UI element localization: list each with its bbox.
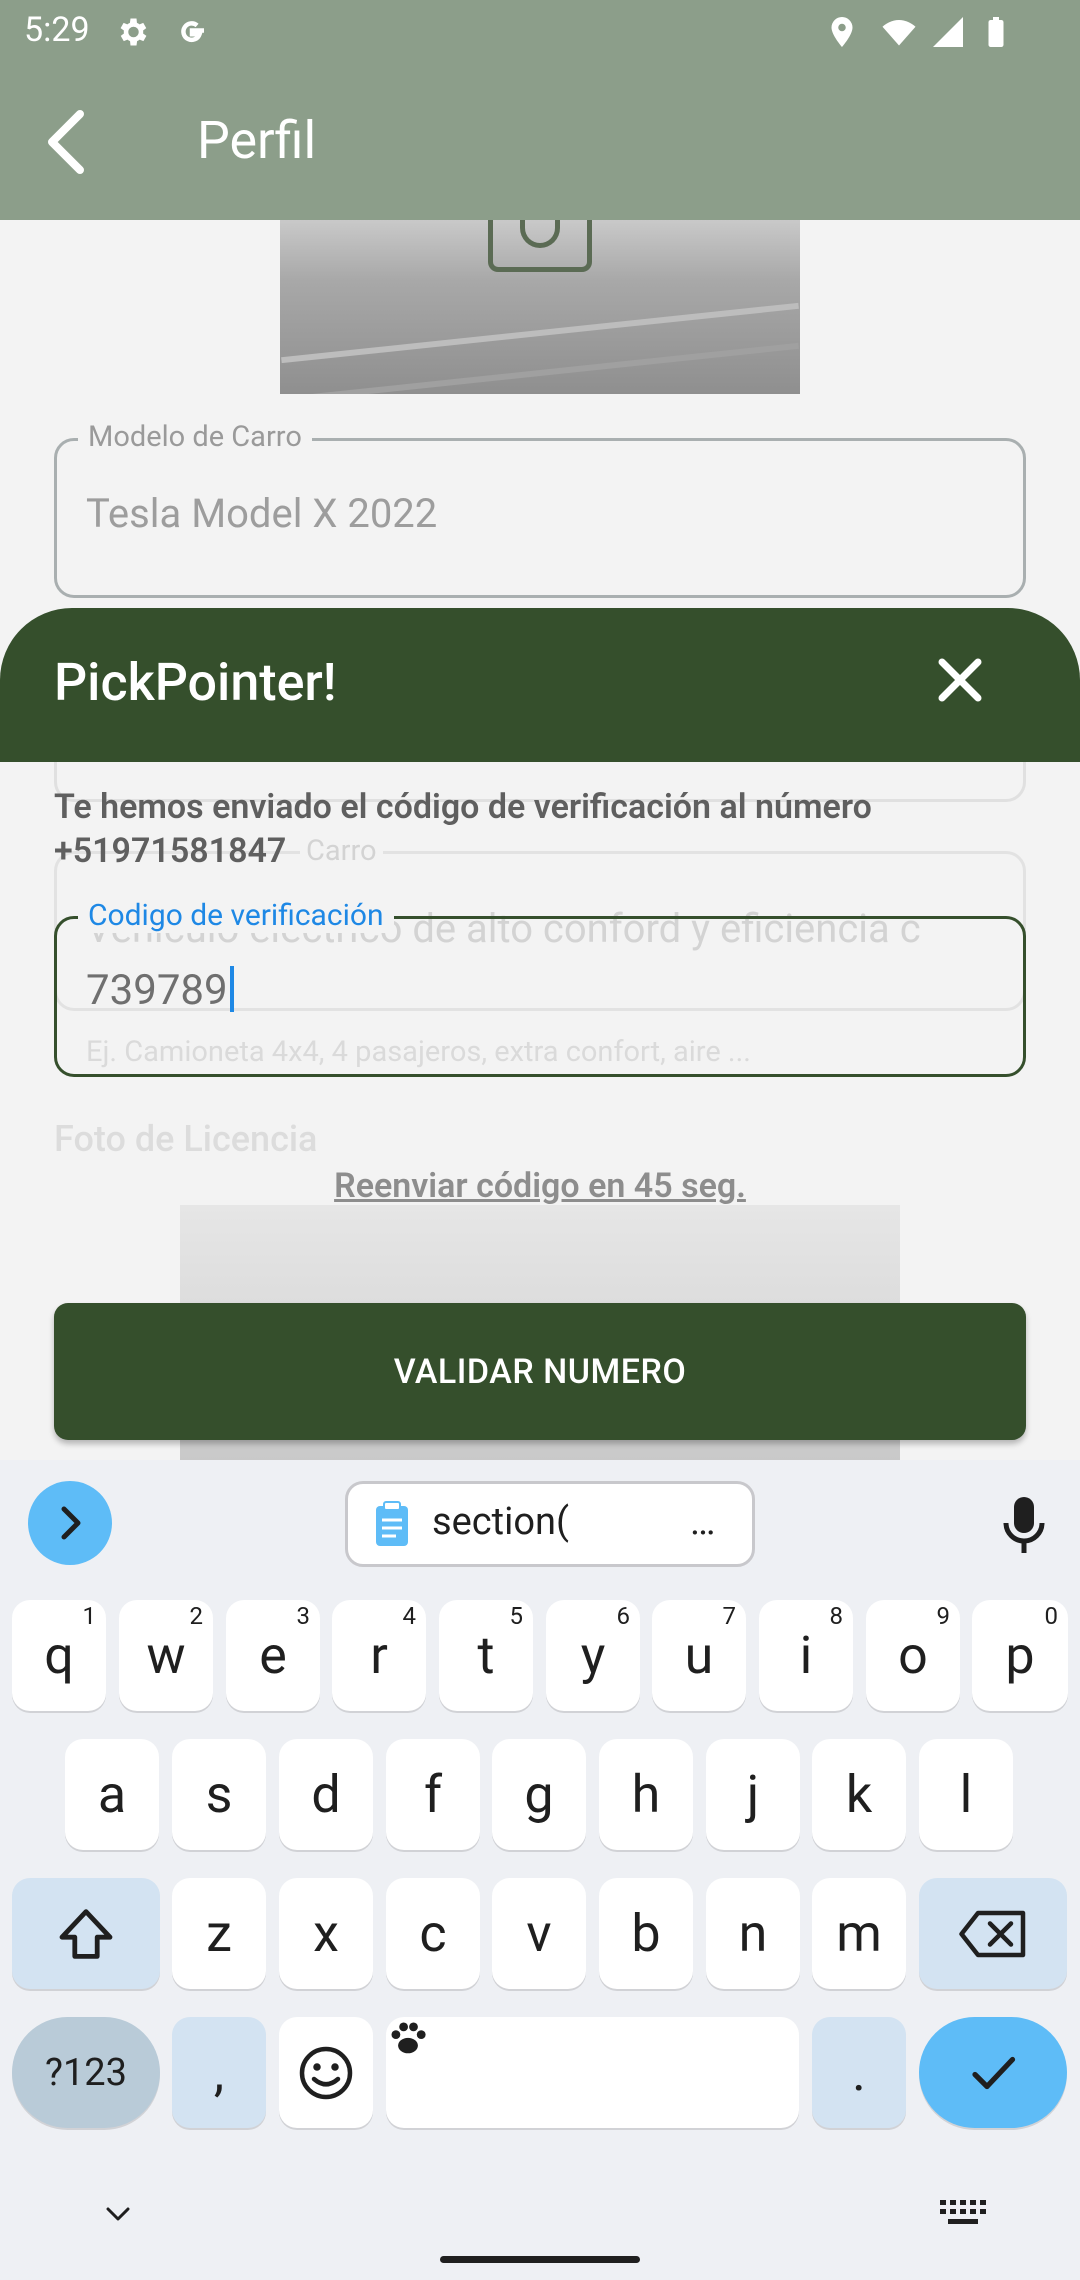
verification-message-line1: Te hemos enviado el código de verificaci… (54, 787, 872, 827)
key-d[interactable]: d (279, 1739, 373, 1850)
checkmark-icon (972, 2056, 1016, 2089)
key-p[interactable]: p0 (972, 1600, 1068, 1711)
phone-number: +51971581847 (54, 831, 287, 871)
key-v[interactable]: v (492, 1878, 586, 1989)
key-z[interactable]: z (172, 1878, 266, 1989)
location-icon (831, 17, 853, 47)
signal-icon (933, 17, 963, 47)
license-photo-label: Foto de Licencia (54, 1118, 318, 1160)
clipboard-text: section( (432, 1500, 569, 1544)
back-arrow-icon[interactable] (36, 106, 96, 178)
validate-number-button[interactable]: VALIDAR NUMERO (54, 1303, 1026, 1440)
home-indicator[interactable] (440, 2256, 640, 2263)
key-m[interactable]: m (812, 1878, 906, 1989)
key-f[interactable]: f (386, 1739, 480, 1850)
symbols-key[interactable]: ?123 (12, 2017, 160, 2128)
car-model-label: Modelo de Carro (78, 420, 312, 454)
microphone-icon[interactable] (1000, 1492, 1048, 1558)
key-e[interactable]: e3 (226, 1600, 320, 1711)
clipboard-ellipsis: … (690, 1500, 716, 1544)
backspace-key[interactable] (919, 1878, 1067, 1989)
google-icon (181, 21, 204, 43)
settings-icon (120, 18, 147, 46)
clipboard-icon (376, 1501, 408, 1546)
key-b[interactable]: b (599, 1878, 693, 1989)
key-t[interactable]: t5 (439, 1600, 533, 1711)
resend-code-link[interactable]: Reenviar código en 45 seg. (0, 1166, 1080, 1206)
key-a[interactable]: a (65, 1739, 159, 1850)
keyboard (0, 1460, 1080, 2280)
verification-code-value: 739789 (86, 966, 228, 1015)
sheet-title: PickPointer! (54, 652, 337, 713)
verification-code-input[interactable]: 739789 (86, 966, 234, 1015)
key-c[interactable]: c (386, 1878, 480, 1989)
backspace-icon (959, 1910, 1026, 1957)
paw-icon (391, 2022, 426, 2054)
key-i[interactable]: i8 (759, 1600, 853, 1711)
key-s[interactable]: s (172, 1739, 266, 1850)
emoji-icon (299, 2046, 353, 2099)
car-description-placeholder: Ej. Camioneta 4x4, 4 pasajeros, extra co… (86, 1035, 751, 1069)
battery-icon (988, 17, 1004, 47)
shift-key[interactable] (12, 1878, 160, 1989)
enter-key[interactable] (919, 2017, 1067, 2128)
key-k[interactable]: k (812, 1739, 906, 1850)
app-bar (0, 66, 1080, 220)
text-cursor (229, 966, 234, 1012)
key-h[interactable]: h (599, 1739, 693, 1850)
keyboard-expand-button[interactable] (28, 1481, 112, 1565)
key-u[interactable]: u7 (652, 1600, 746, 1711)
car-model-value: Tesla Model X 2022 (86, 490, 438, 537)
space-key[interactable] (386, 2017, 799, 2128)
key-y[interactable]: y6 (546, 1600, 640, 1711)
key-o[interactable]: o9 (866, 1600, 960, 1711)
chevron-right-icon (61, 1506, 81, 1540)
wifi-icon (882, 20, 916, 46)
key-n[interactable]: n (706, 1878, 800, 1989)
key-q[interactable]: q1 (12, 1600, 106, 1711)
page-title: Perfil (197, 110, 317, 171)
key-l[interactable]: l (919, 1739, 1013, 1850)
key-x[interactable]: x (279, 1878, 373, 1989)
keyboard-switch-icon[interactable] (938, 2196, 988, 2230)
key-w[interactable]: w2 (119, 1600, 213, 1711)
hide-keyboard-icon[interactable] (98, 2195, 138, 2235)
key-j[interactable]: j (706, 1739, 800, 1850)
key-r[interactable]: r4 (332, 1600, 426, 1711)
key-g[interactable]: g (492, 1739, 586, 1850)
close-icon[interactable] (930, 650, 990, 718)
emoji-key[interactable] (279, 2017, 373, 2128)
verification-message: Te hemos enviado el código de verificaci… (54, 785, 1014, 873)
shift-icon (59, 1908, 113, 1959)
verification-code-label: Codigo de verificación (78, 898, 394, 933)
status-time: 5:29 (24, 10, 90, 50)
comma-key[interactable]: , (172, 2017, 266, 2128)
period-key[interactable]: . (812, 2017, 906, 2128)
